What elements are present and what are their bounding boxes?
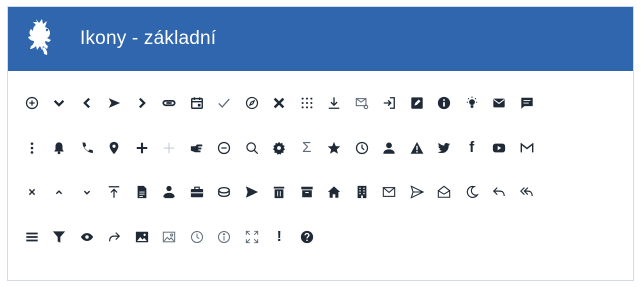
- mail-open-icon: [431, 170, 459, 215]
- user-group-icon: [156, 170, 184, 215]
- icon-gallery-panel: Ikony - základní Σ f !: [7, 6, 634, 281]
- chevron-down-icon: [46, 81, 74, 126]
- image-outline-icon: [156, 215, 184, 260]
- lightbulb-icon: [458, 81, 486, 126]
- image-icon: [128, 215, 156, 260]
- warning-icon: [403, 126, 431, 171]
- reply-icon: [486, 170, 514, 215]
- clock-outline-icon: [183, 215, 211, 260]
- coin-icon: [211, 170, 239, 215]
- exclamation-glyph: !: [276, 228, 282, 246]
- moon-icon: [458, 170, 486, 215]
- icon-grid: Σ f !: [18, 81, 630, 259]
- calendar-icon: [183, 81, 211, 126]
- envelope-icon: [486, 81, 514, 126]
- mail-outline-icon: [376, 170, 404, 215]
- home-icon: [321, 170, 349, 215]
- search-icon: [238, 126, 266, 171]
- chevron-up-small-icon: [46, 170, 74, 215]
- sign-in-icon: [376, 81, 404, 126]
- bell-icon: [46, 126, 74, 171]
- check-icon: [211, 81, 239, 126]
- hand-right-icon: [183, 126, 211, 171]
- info-circle-icon: [431, 81, 459, 126]
- chevron-down-small-icon: [73, 170, 101, 215]
- filter-icon: [46, 215, 74, 260]
- link-icon: [156, 81, 184, 126]
- info-outline-icon: [211, 215, 239, 260]
- plus-icon: [128, 126, 156, 171]
- trash-icon: [266, 170, 294, 215]
- send-outline-icon: [403, 170, 431, 215]
- plus-circle-icon: [18, 81, 46, 126]
- briefcase-icon: [183, 170, 211, 215]
- eye-icon: [73, 215, 101, 260]
- plus-thin-icon: [156, 126, 184, 171]
- send-icon: [238, 170, 266, 215]
- map-marker-icon: [101, 126, 129, 171]
- mail-attachment-icon: [348, 81, 376, 126]
- document-icon: [128, 170, 156, 215]
- fullscreen-icon: [238, 215, 266, 260]
- minus-circle-icon: [211, 126, 239, 171]
- youtube-icon: [486, 126, 514, 171]
- user-icon: [376, 126, 404, 171]
- download-icon: [321, 81, 349, 126]
- gmail-icon: [513, 126, 541, 171]
- star-icon: [321, 126, 349, 171]
- archive-icon: [293, 170, 321, 215]
- compass-icon: [238, 81, 266, 126]
- chevron-right-icon: [128, 81, 156, 126]
- share-arrow-icon: [101, 215, 129, 260]
- chevron-left-icon: [73, 81, 101, 126]
- sigma-icon: Σ: [293, 126, 321, 171]
- facebook-icon: f: [458, 126, 486, 171]
- clock-icon: [348, 126, 376, 171]
- upload-icon: [101, 170, 129, 215]
- comment-icon: [513, 81, 541, 126]
- lion-coat-of-arms-icon: [28, 19, 51, 55]
- exclamation-icon: !: [266, 215, 294, 260]
- close-icon: [266, 81, 294, 126]
- more-vertical-icon: [18, 126, 46, 171]
- header-bar: Ikony - základní: [8, 7, 633, 71]
- arrow-right-icon: [101, 81, 129, 126]
- phone-icon: [73, 126, 101, 171]
- question-circle-icon: [293, 215, 321, 260]
- gear-icon: [266, 126, 294, 171]
- page-title: Ikony - základní: [80, 28, 217, 49]
- apps-icon: [293, 81, 321, 126]
- twitter-icon: [431, 126, 459, 171]
- facebook-glyph: f: [469, 139, 475, 157]
- edit-square-icon: [403, 81, 431, 126]
- building-icon: [348, 170, 376, 215]
- menu-icon: [18, 215, 46, 260]
- sigma-glyph: Σ: [302, 139, 312, 157]
- close-small-icon: [18, 170, 46, 215]
- reply-all-icon: [513, 170, 541, 215]
